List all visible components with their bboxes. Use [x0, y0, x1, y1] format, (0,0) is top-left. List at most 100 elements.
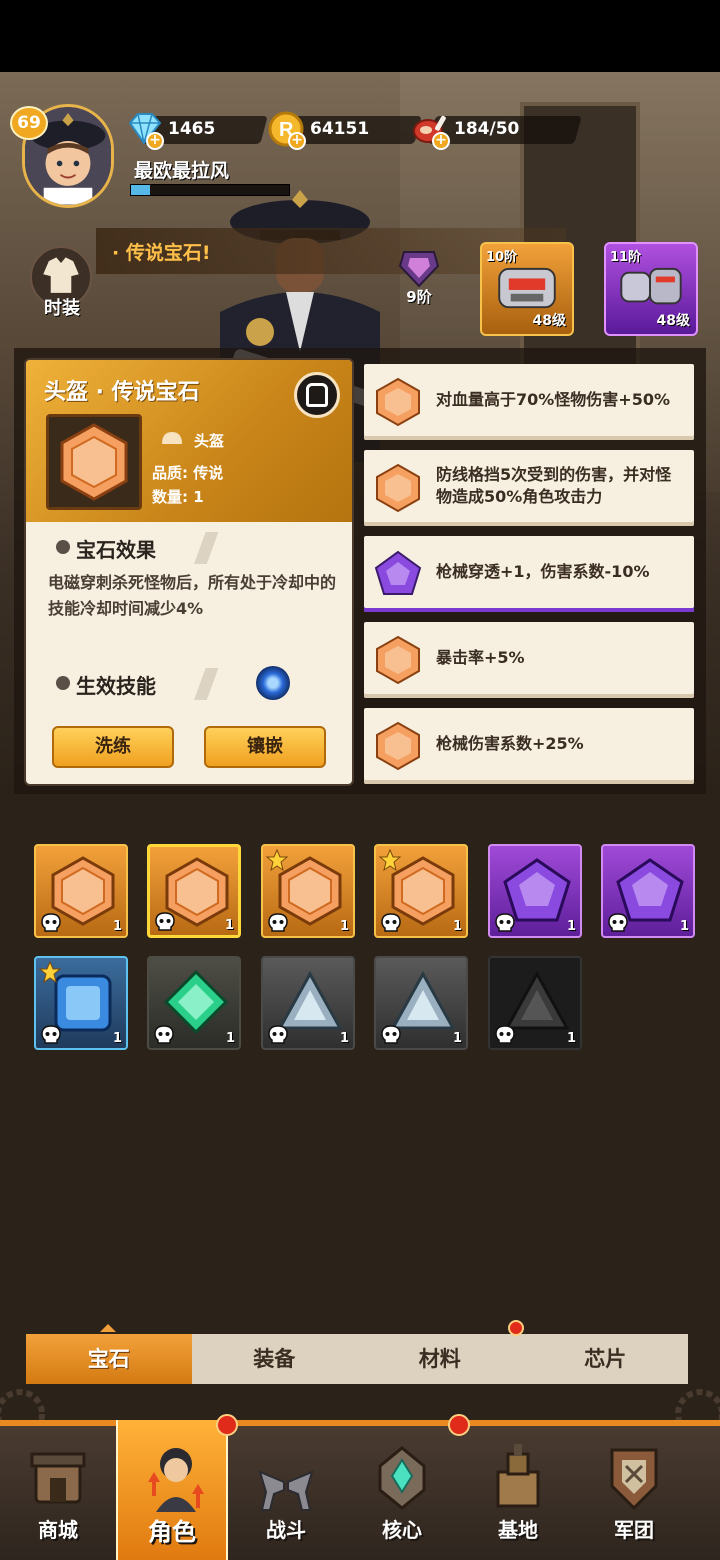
equip-slot-gauntlet[interactable]: 11阶 48级	[604, 242, 698, 336]
skull-icon	[41, 913, 61, 932]
bottom-navigation: 商城 角色 战斗 核心 基地 军团	[0, 1420, 720, 1560]
effect-row: 枪械穿透+1，伤害系数-10%	[364, 536, 694, 612]
nav-battle[interactable]: 战斗	[228, 1420, 344, 1560]
inventory-gem-count: 1	[566, 919, 576, 934]
nav-base[interactable]: 基地	[460, 1420, 576, 1560]
orange-hexagon-gem-icon	[49, 417, 139, 507]
skull-icon	[495, 913, 515, 932]
add-stamina-button[interactable]: +	[432, 132, 450, 150]
refine-button[interactable]: 洗练	[52, 726, 174, 768]
inventory-gem-slot[interactable]: 1	[147, 844, 241, 938]
inventory-gem-slot[interactable]: 1	[601, 844, 695, 938]
tab-gems[interactable]: 宝石	[26, 1324, 192, 1384]
nav-core-label: 核心	[382, 1518, 422, 1542]
inventory-gem-slot[interactable]: 1	[374, 844, 468, 938]
nav-shop[interactable]: 商城	[0, 1420, 116, 1560]
inventory-gem-count: 1	[566, 1031, 576, 1046]
orange-gem-icon	[376, 377, 420, 427]
effect-text: 对血量高于70%怪物伤害+50%	[436, 390, 671, 409]
section-bullet-icon	[56, 540, 70, 554]
electric-skill-icon[interactable]	[256, 666, 290, 700]
nav-character[interactable]: 角色	[116, 1420, 228, 1560]
core-notification-dot	[448, 1414, 470, 1436]
gem-quality-label: 品质: 传说	[152, 464, 224, 482]
skull-icon	[381, 1025, 401, 1044]
shop-icon	[30, 1452, 86, 1504]
equip-slot-gauntlet-level: 48级	[656, 313, 690, 329]
effect-text: 防线格挡5次受到的伤害，并对怪物造成50%角色攻击力	[436, 465, 672, 506]
tab-equipment[interactable]: 装备	[192, 1334, 358, 1384]
gem-effect-text: 电磁穿刺杀死怪物后，所有处于冷却中的技能冷却时间减少4%	[48, 573, 337, 618]
active-skill-section-title: 生效技能	[46, 668, 352, 700]
inventory-gem-count: 1	[679, 919, 689, 934]
skull-icon	[495, 1025, 515, 1044]
inventory-gem-slot[interactable]: 1	[261, 844, 355, 938]
stamina-value: 184/50	[454, 119, 520, 139]
equip-slot-armor[interactable]: 10阶 48级	[480, 242, 574, 336]
inventory-gem-slot[interactable]: 1	[374, 956, 468, 1050]
inventory-gem-slot[interactable]: 1	[34, 956, 128, 1050]
star-icon	[265, 848, 289, 872]
tab-materials[interactable]: 材料	[357, 1334, 523, 1384]
core-icon	[378, 1446, 426, 1510]
diamond-resource[interactable]: + 1465	[124, 112, 268, 150]
add-gold-button[interactable]: +	[288, 132, 306, 150]
gem-detail-title: 头盔 · 传说宝石	[44, 380, 200, 405]
inventory-gem-count: 1	[452, 919, 462, 934]
inventory-gem-count: 1	[112, 1031, 122, 1046]
inventory-gem-count: 1	[339, 919, 349, 934]
orange-gem-icon	[376, 721, 420, 771]
skull-icon	[268, 913, 288, 932]
gear-decoration-icon	[0, 1389, 720, 1439]
banner-text: · 传说宝石!	[112, 242, 211, 264]
inventory-gem-slot[interactable]: 1	[34, 844, 128, 938]
inventory-gem-slot[interactable]: 1	[488, 844, 582, 938]
section-bullet-icon	[56, 676, 70, 690]
add-diamond-button[interactable]: +	[146, 132, 164, 150]
exp-bar	[130, 184, 290, 196]
orange-gem-icon	[376, 463, 420, 513]
player-level-badge: 69	[10, 106, 48, 140]
gold-resource[interactable]: R + 64151	[266, 111, 422, 150]
inventory-gem-count: 1	[224, 918, 234, 933]
inventory-gem-slot[interactable]: 1	[261, 956, 355, 1050]
gem-effect-section-title: 宝石效果	[46, 532, 352, 564]
nav-battle-label: 战斗	[266, 1518, 306, 1542]
gem-slot-label: 头盔	[194, 432, 225, 450]
nav-base-label: 基地	[498, 1518, 538, 1542]
app-root: { "player": { "level": "69", "name": "最欧…	[0, 0, 720, 1560]
inventory-gem-slot[interactable]: 1	[147, 956, 241, 1050]
effect-text: 暴击率+5%	[436, 648, 525, 667]
gem-effect-title: 宝石效果	[76, 538, 156, 562]
costume-label: 时装	[44, 298, 80, 319]
exp-bar-fill	[131, 185, 150, 195]
gem-detail-card: 头盔 · 传说宝石 头盔 品质: 传说 数量: 1 宝石效果 电磁穿刺杀死怪物后…	[26, 360, 352, 784]
inventory-gem-count: 1	[452, 1031, 462, 1046]
equip-slot-armor-tier: 10阶	[486, 250, 518, 265]
inventory-gem-count: 1	[112, 919, 122, 934]
tab-chips[interactable]: 芯片	[523, 1334, 689, 1384]
skull-icon	[41, 1025, 61, 1044]
nav-legion[interactable]: 军团	[576, 1420, 692, 1560]
skull-icon	[381, 913, 401, 932]
nav-core[interactable]: 核心	[344, 1420, 460, 1560]
lock-button[interactable]	[294, 372, 340, 418]
gem-detail-image	[46, 414, 142, 510]
player-name: 最欧最拉风	[134, 160, 230, 182]
effect-text: 枪械穿透+1，伤害系数-10%	[436, 562, 650, 581]
gold-value: 64151	[310, 119, 370, 139]
helmet-tier-label: 9阶	[406, 288, 432, 306]
legion-icon	[610, 1448, 658, 1511]
helmet-icon	[162, 432, 182, 444]
diamond-value: 1465	[168, 119, 216, 139]
status-bar	[0, 0, 720, 72]
stamina-resource[interactable]: + 184/50	[410, 112, 582, 150]
costume-button[interactable]: 时装	[30, 246, 94, 326]
nav-character-label: 角色	[148, 1518, 196, 1546]
inlay-button[interactable]: 镶嵌	[204, 726, 326, 768]
nav-shop-label: 商城	[38, 1518, 78, 1542]
helmet-tier-indicator[interactable]: 9阶	[394, 248, 444, 308]
inventory-gem-slot[interactable]: 1	[488, 956, 582, 1050]
equip-slot-armor-level: 48级	[532, 313, 566, 329]
inventory-gem-count: 1	[339, 1031, 349, 1046]
